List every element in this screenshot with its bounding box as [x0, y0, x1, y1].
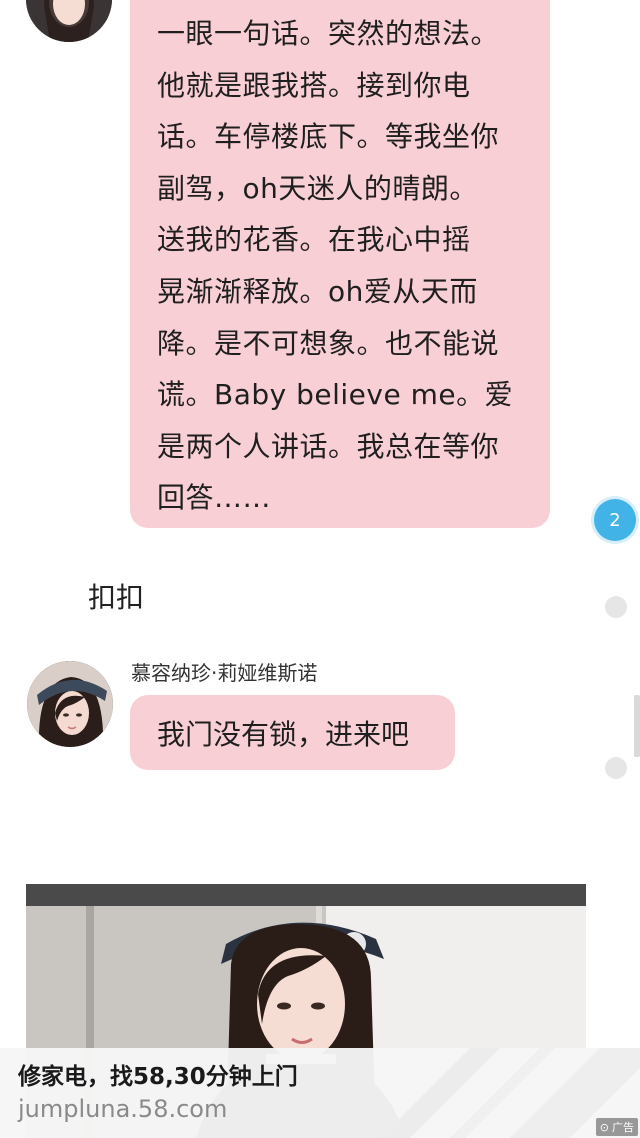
- message-bubble[interactable]: 一眼一句话。突然的想法。 他就是跟我搭。接到你电 话。车停楼底下。等我坐你 副驾…: [130, 0, 550, 528]
- scroll-indicator-dot: [605, 596, 627, 618]
- message-text-line: 回答……: [157, 481, 272, 515]
- ad-label-text: 广告: [612, 1121, 634, 1134]
- message-text-line: 晃渐渐释放。oh爱从天而: [157, 274, 478, 308]
- avatar-photo: [26, 0, 112, 42]
- close-circle-icon[interactable]: ⊙: [600, 1121, 609, 1134]
- message-text-line: 他就是跟我搭。接到你电: [157, 68, 471, 102]
- ad-url[interactable]: jumpluna.58.com: [18, 1095, 227, 1123]
- message-text: 我门没有锁，进来吧: [157, 717, 410, 751]
- message-text-line: 副驾，oh天迷人的晴朗。: [157, 171, 478, 205]
- message-text-line: 谎。Baby believe me。爱: [157, 378, 514, 412]
- unread-count-badge[interactable]: 2: [594, 499, 636, 541]
- ad-label[interactable]: ⊙ 广告: [595, 1118, 638, 1136]
- message-text-line: 话。车停楼底下。等我坐你: [157, 120, 500, 154]
- scroll-indicator-dot: [605, 757, 627, 779]
- message-text-line: 降。是不可想象。也不能说: [157, 326, 500, 360]
- message-text-line: 送我的花香。在我心中摇: [157, 223, 471, 257]
- sender-avatar[interactable]: [27, 661, 113, 747]
- plain-message-text: 扣扣: [88, 581, 145, 614]
- message-bubble[interactable]: 我门没有锁，进来吧: [130, 695, 455, 770]
- message-text-line: 一眼一句话。突然的想法。: [157, 17, 500, 50]
- scrollbar-thumb[interactable]: [634, 695, 640, 757]
- ad-banner[interactable]: 修家电，找58,30分钟上门 jumpluna.58.com ⊙ 广告: [0, 1048, 640, 1138]
- sender-name: 慕容纳珍·莉娅维斯诺: [131, 661, 318, 685]
- message-text-line: 是两个人讲话。我总在等你: [157, 429, 500, 463]
- sender-avatar[interactable]: [26, 0, 112, 42]
- avatar-photo: [27, 661, 113, 747]
- ad-title[interactable]: 修家电，找58,30分钟上门: [18, 1057, 298, 1091]
- ad-decoration: [380, 1048, 640, 1138]
